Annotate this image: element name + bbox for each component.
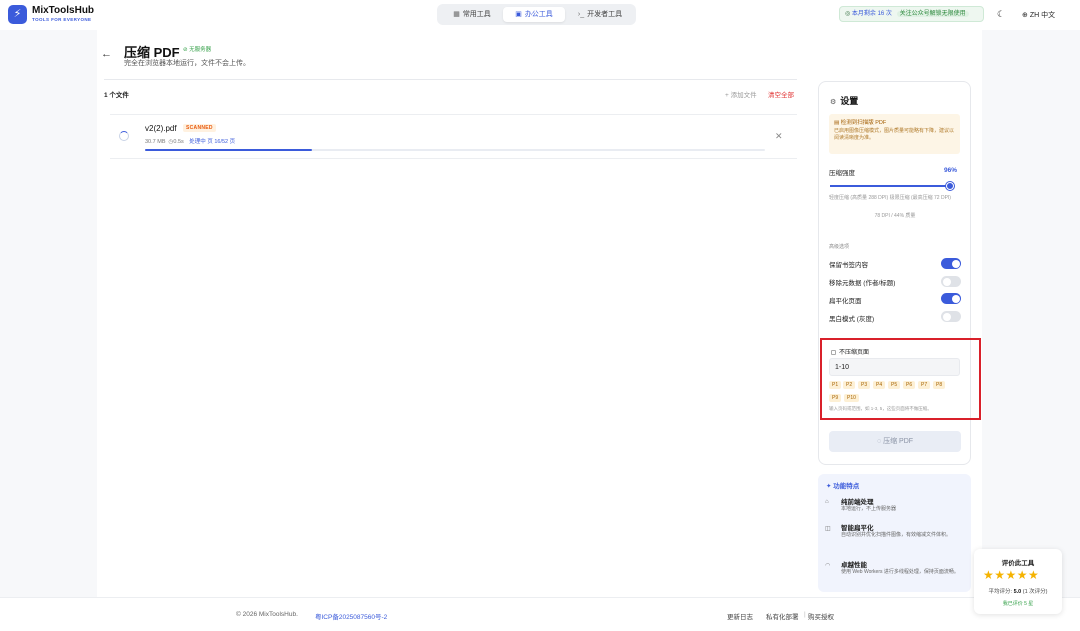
- page-subtitle: 完全在浏览器本地运行，文件不会上传。: [124, 60, 250, 67]
- file-size: 30.7 MB: [145, 139, 166, 145]
- file-progress-track: [145, 149, 765, 151]
- footer-link-changelog[interactable]: 更新日志: [727, 611, 753, 621]
- toggle-flatten[interactable]: [941, 293, 961, 304]
- gauge-icon: ◠: [825, 563, 831, 569]
- layers-icon: ◫: [825, 526, 831, 532]
- strength-slider-fill: [830, 185, 947, 187]
- footer: [0, 597, 1080, 631]
- copyright: © 2026 MixToolsHub.: [236, 611, 298, 618]
- scanned-tag: SCANNED: [183, 124, 216, 132]
- average-rating: 平均评分: 5.0 (1 次评分): [974, 587, 1062, 595]
- language-label: ZH 中文: [1029, 12, 1056, 19]
- rating-title: 评价此工具: [1001, 560, 1035, 567]
- toggle-knob: [951, 294, 960, 303]
- scan-notice: ▤ 检测到扫描版 PDF 已启用图像压缩模式，图片质量可能略有下降，建议以阅读清…: [829, 114, 960, 154]
- moon-icon[interactable]: ☾: [997, 9, 1005, 20]
- strength-value: 96%: [944, 167, 958, 174]
- icp-link[interactable]: 粤ICP备2025087560号-2: [315, 611, 387, 621]
- rating-stars[interactable]: ★★★★★: [983, 568, 1039, 582]
- avg-prefix: 平均评分:: [988, 589, 1014, 595]
- feature-desc: 使用 Web Workers 进行多线程处理，保持页面流畅。: [841, 569, 959, 575]
- feature-desc: 本地运行，不上传服务器: [841, 506, 897, 512]
- features-title-text: 功能特点: [833, 483, 860, 490]
- option-keep-bookmarks-label: 保留书签内容: [829, 262, 868, 269]
- grid-icon: ▦: [453, 11, 460, 18]
- divider: [104, 79, 797, 80]
- feature-head: 卓越性能: [841, 562, 867, 569]
- usage-text: 本月剩余 16 次: [851, 11, 892, 17]
- features-title: ✦ 功能特点: [826, 480, 859, 490]
- option-flatten-label: 扁平化页面: [829, 298, 862, 305]
- slider-hint: 轻度压缩 (高质量 288 DPI) 极限压缩 (最高压缩 72 DPI): [829, 195, 951, 201]
- tab-common-tools[interactable]: ▦ 常用工具: [443, 7, 501, 22]
- compress-button-label: 压缩 PDF: [883, 438, 914, 445]
- file-meta: 30.7 MB ◷0.5s 处理中 页 16/52 页: [145, 137, 235, 145]
- tab-office-tools[interactable]: ▣ 办公工具: [503, 7, 565, 22]
- tab-label: 办公工具: [524, 11, 553, 18]
- terminal-icon: ›_: [577, 11, 585, 18]
- notice-body: 已启用图像压缩模式，图片质量可能略有下降，建议以阅读清晰度为准。: [834, 128, 955, 141]
- check-circle-icon: ◎: [845, 11, 851, 17]
- logo-bolt-icon[interactable]: ⚡: [8, 5, 27, 24]
- scan-icon: ▤: [834, 120, 841, 126]
- globe-icon: ⊕: [1022, 12, 1028, 19]
- option-remove-metadata-label: 移除元数据 (作者/标题): [829, 280, 896, 287]
- highlight-box: [820, 338, 981, 420]
- toggle-knob: [942, 277, 951, 286]
- dpi-quality-text: 78 DPI / 44% 质量: [874, 213, 916, 219]
- tab-label: 开发者工具: [587, 11, 623, 18]
- tab-label: 常用工具: [462, 11, 491, 18]
- main-nav: ▦ 常用工具 ▣ 办公工具 ›_ 开发者工具: [437, 4, 636, 25]
- strength-label: 压缩强度: [829, 170, 855, 177]
- briefcase-icon: ▣: [515, 11, 522, 18]
- no-server-label: 无服务器: [189, 47, 212, 53]
- clear-all-button[interactable]: 清空全部: [768, 89, 794, 99]
- add-file-button[interactable]: + 添加文件: [725, 89, 757, 99]
- toggle-knob: [942, 312, 951, 321]
- feature-head: 智能扁平化: [841, 525, 874, 532]
- back-arrow-icon[interactable]: ←: [101, 48, 112, 60]
- usage-badge[interactable]: ◎ 本月剩余 16 次 关注公众号解锁无限使用: [839, 6, 984, 22]
- compress-pdf-button[interactable]: ◌ 压缩 PDF: [829, 431, 961, 452]
- app-name[interactable]: MixToolsHub: [32, 5, 94, 16]
- strength-slider-knob[interactable]: [946, 182, 954, 190]
- tab-dev-tools[interactable]: ›_ 开发者工具: [569, 7, 631, 22]
- advanced-options-label: 高级选项: [829, 244, 850, 250]
- file-count: 1 个文件: [104, 92, 129, 99]
- toggle-keep-bookmarks[interactable]: [941, 258, 961, 269]
- feature-desc: 自动识别并优化扫描件图像，有效缩减文件体积。: [841, 532, 952, 538]
- rated-link[interactable]: 我已评价 5 星: [974, 600, 1062, 607]
- follow-text: 关注公众号解锁无限使用: [896, 11, 969, 17]
- settings-title-label: 设置: [840, 96, 859, 106]
- app-tagline: TOOLS FOR EVERYONE: [32, 17, 92, 22]
- loading-spinner-icon: [119, 131, 129, 141]
- footer-link-license[interactable]: 购买授权: [808, 611, 834, 621]
- file-time: 0.5s: [173, 139, 184, 145]
- notice-title-text: 检测到扫描版 PDF: [840, 120, 887, 126]
- language-switch[interactable]: ⊕ ZH 中文: [1022, 10, 1055, 20]
- toggle-grayscale[interactable]: [941, 311, 961, 322]
- footer-separator: |: [804, 611, 806, 618]
- toggle-remove-metadata[interactable]: [941, 276, 961, 287]
- feature-head: 纯前端处理: [841, 499, 874, 506]
- remove-file-icon[interactable]: ✕: [775, 131, 783, 142]
- file-name: v2(2).pdf: [145, 124, 177, 133]
- footer-link-private-deploy[interactable]: 私有化部署: [766, 611, 799, 621]
- avg-suffix: (1 次评分): [1021, 589, 1048, 595]
- strength-slider-track[interactable]: [830, 185, 951, 187]
- sliders-icon: ⚙: [830, 99, 837, 106]
- no-server-badge: ⊘ 无服务器: [183, 47, 212, 53]
- option-grayscale-label: 黑白模式 (灰度): [829, 316, 875, 323]
- settings-title: ⚙ 设置: [830, 94, 858, 107]
- toggle-knob: [951, 259, 960, 268]
- file-progress-fill: [145, 149, 313, 151]
- notice-title: ▤ 检测到扫描版 PDF: [834, 118, 955, 126]
- shield-icon: ⌂: [825, 499, 829, 505]
- file-status: 处理中 页 16/52 页: [189, 139, 236, 145]
